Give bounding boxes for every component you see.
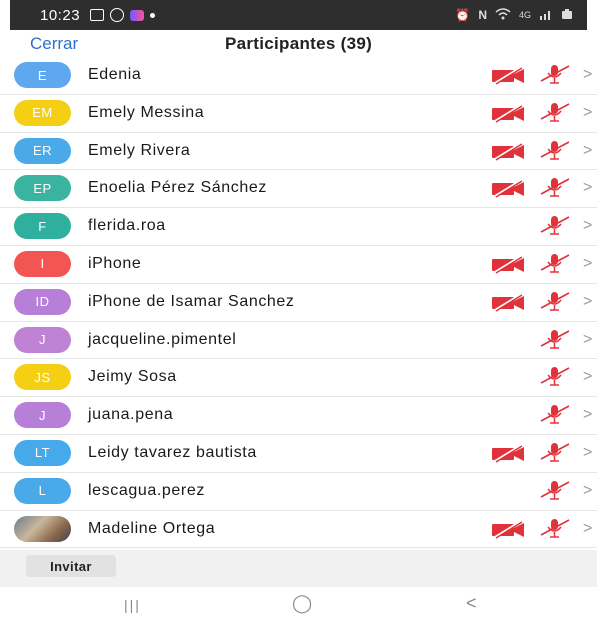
participant-row[interactable]: Madeline Ortega > (0, 511, 597, 549)
video-off-icon (491, 65, 525, 90)
participants-list: E Edenia > EM Emely Messina > ER Emely Rivera > E… (0, 57, 597, 549)
participant-row[interactable]: ER Emely Rivera > (0, 133, 597, 171)
video-off-icon (491, 178, 525, 203)
participant-name: iPhone (88, 254, 142, 272)
home-button[interactable]: ◯ (292, 593, 312, 614)
chevron-right-icon: > (583, 103, 593, 121)
chevron-right-icon: > (583, 443, 593, 461)
participant-row[interactable]: ID iPhone de Isamar Sanchez > (0, 284, 597, 322)
chevron-right-icon: > (583, 254, 593, 272)
page-title: Participantes (39) (224, 34, 373, 53)
chevron-right-icon: > (583, 141, 593, 159)
participant-row[interactable]: IiPhone > (0, 246, 597, 284)
status-bar: 10:23 ⏰ N 4G (10, 0, 587, 30)
nfc-icon: N (478, 8, 487, 22)
chevron-right-icon: > (583, 217, 593, 235)
invite-button[interactable]: Invitar (26, 555, 116, 577)
mic-muted-icon (539, 441, 571, 468)
mic-muted-icon (539, 328, 571, 355)
participant-name: Enoelia Pérez Sánchez (88, 179, 267, 197)
chevron-right-icon: > (583, 66, 593, 83)
dot-icon (150, 12, 156, 18)
mic-muted-icon (539, 365, 571, 392)
gallery-icon (90, 9, 105, 21)
chevron-right-icon: > (583, 292, 593, 310)
participant-row[interactable]: EP Enoelia Pérez Sánchez > (0, 170, 597, 209)
participant-row[interactable]: JS Jeimy Sosa > (0, 359, 597, 398)
mic-muted-icon (539, 252, 571, 279)
participant-name: flerida.roa (88, 217, 166, 235)
participant-row[interactable]: E Edenia > (0, 57, 597, 95)
whatsapp-icon (110, 8, 125, 22)
chevron-right-icon: > (583, 406, 593, 424)
participant-name: iPhone de Isamar Sanchez (88, 292, 295, 310)
recents-button[interactable]: ||| (124, 597, 141, 613)
close-button[interactable]: Cerrar (30, 34, 78, 54)
wifi-icon (495, 7, 511, 23)
mic-muted-icon (539, 517, 571, 544)
participant-name: Emely Rivera (88, 141, 191, 159)
participant-name: jacqueline.pimentel (88, 330, 237, 348)
mic-muted-icon (539, 101, 571, 128)
mic-muted-icon (539, 176, 571, 203)
avatar: J (14, 402, 71, 429)
footer-bar: Invitar (0, 550, 597, 587)
video-off-icon (491, 254, 525, 279)
video-off-icon (491, 443, 525, 468)
participant-name: Emely Messina (88, 103, 205, 121)
participant-row[interactable]: Llescagua.perez > (0, 473, 597, 511)
alarm-icon: ⏰ (455, 8, 471, 22)
back-button[interactable]: < (466, 593, 477, 614)
avatar: LT (14, 439, 71, 466)
chevron-right-icon: > (583, 481, 593, 499)
participant-name: lescagua.perez (88, 481, 205, 499)
participant-row[interactable]: Jjuana.pena > (0, 397, 597, 435)
battery-icon (561, 8, 573, 23)
android-nav-bar: ||| ◯ < (0, 587, 597, 625)
avatar: J (14, 326, 71, 353)
mic-muted-icon (539, 403, 571, 430)
mic-muted-icon (539, 290, 571, 317)
avatar: L (14, 477, 71, 504)
participant-row[interactable]: Jjacqueline.pimentel > (0, 322, 597, 360)
avatar: EP (14, 175, 71, 202)
video-off-icon (491, 292, 525, 317)
video-off-icon (491, 103, 525, 128)
chevron-right-icon: > (583, 179, 593, 197)
mic-muted-icon (539, 139, 571, 166)
avatar (14, 515, 71, 542)
video-off-icon (491, 519, 525, 544)
messenger-icon (130, 9, 145, 21)
participant-row[interactable]: EM Emely Messina > (0, 95, 597, 133)
participant-row[interactable]: LT Leidy tavarez bautista > (0, 435, 597, 473)
avatar: JS (14, 364, 71, 391)
participant-name: Leidy tavarez bautista (88, 443, 257, 461)
system-icons: ⏰ N 4G (455, 7, 573, 23)
chevron-right-icon: > (583, 368, 593, 386)
avatar: I (14, 250, 71, 277)
avatar: F (14, 213, 71, 240)
header: Participantes (39) Cerrar (0, 30, 597, 60)
network-label: 4G (518, 10, 531, 20)
avatar: ID (14, 288, 71, 315)
mic-muted-icon (539, 214, 571, 241)
notification-icons (90, 8, 156, 22)
mic-muted-icon (539, 479, 571, 506)
chevron-right-icon: > (583, 330, 593, 348)
avatar: E (14, 62, 71, 88)
participant-name: juana.pena (88, 406, 174, 424)
video-off-icon (491, 141, 525, 166)
signal-icon (539, 8, 553, 23)
chevron-right-icon: > (583, 519, 593, 537)
status-time: 10:23 (40, 6, 81, 24)
avatar: EM (14, 99, 71, 126)
participant-name: Edenia (88, 66, 142, 83)
mic-muted-icon (539, 63, 571, 90)
participant-name: Jeimy Sosa (88, 368, 177, 386)
avatar: ER (14, 137, 71, 164)
participant-row[interactable]: Fflerida.roa > (0, 208, 597, 246)
participant-name: Madeline Ortega (88, 519, 216, 537)
